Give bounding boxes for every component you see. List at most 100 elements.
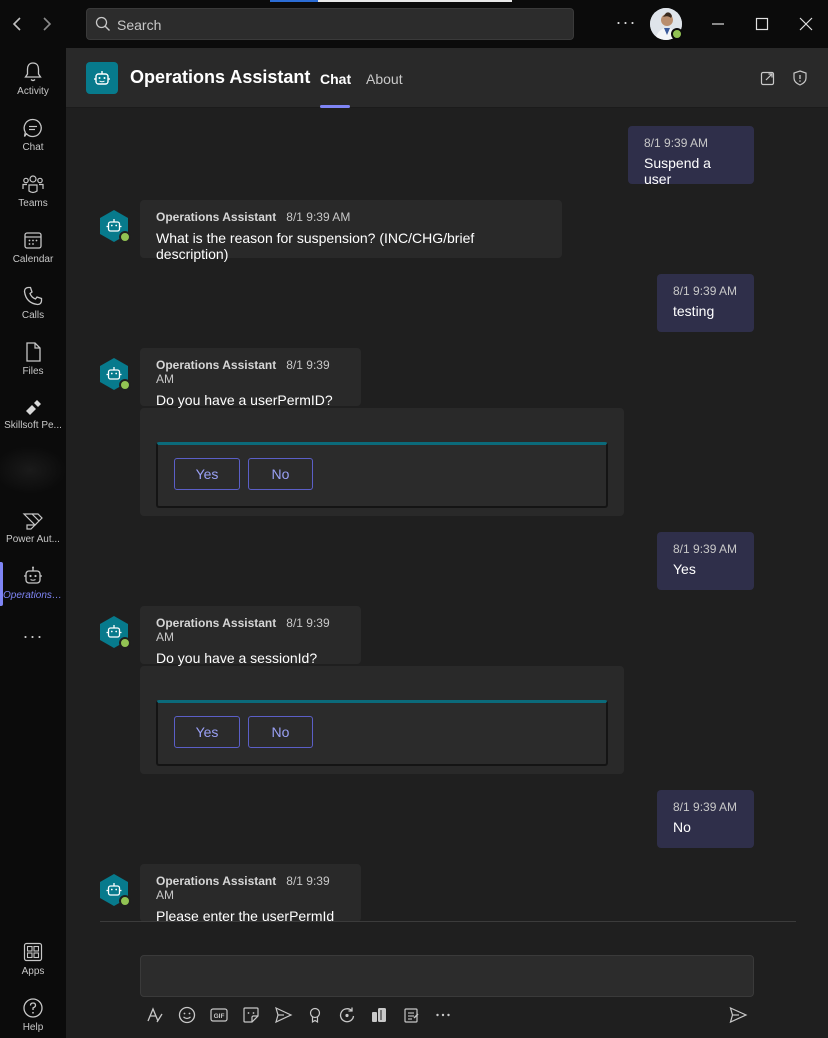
compose-divider <box>100 921 796 922</box>
sent-message: 8/1 9:39 AM Yes <box>657 532 754 590</box>
message-text: Do you have a sessionId? <box>156 650 318 666</box>
bell-icon <box>24 62 42 82</box>
rail-label: Activity <box>17 86 49 97</box>
tab-about[interactable]: About <box>366 71 403 87</box>
schedule-send-icon[interactable] <box>273 1005 293 1025</box>
yes-button[interactable]: Yes <box>174 716 240 748</box>
rail-item-apps[interactable]: Apps <box>0 932 66 988</box>
presence-available-icon <box>119 379 131 391</box>
rail-label: Apps <box>21 966 45 977</box>
compose-box[interactable] <box>140 955 754 997</box>
rail-label: Operations ... <box>3 590 64 601</box>
pop-out-icon[interactable] <box>759 69 777 87</box>
message-text: What is the reason for suspension? (INC/… <box>156 230 475 262</box>
message-list[interactable]: 8/1 9:39 AM Suspend a user Operations As… <box>66 108 828 922</box>
chat-bubble-icon <box>23 118 42 138</box>
message-text: Please enter the userPermId <box>156 908 335 922</box>
tab-chat[interactable]: Chat <box>320 71 351 87</box>
rail-item-files[interactable]: Files <box>0 332 66 388</box>
message-timestamp: 8/1 9:39 AM <box>673 542 738 556</box>
maximize-icon[interactable] <box>750 12 774 36</box>
message-timestamp: 8/1 9:39 AM <box>673 284 738 298</box>
rail-item-skillsoft[interactable]: Skillsoft Pe... <box>0 388 66 444</box>
praise-icon[interactable] <box>305 1005 325 1025</box>
skillsoft-icon <box>26 400 41 415</box>
rail-item-teams[interactable]: Teams <box>0 164 66 220</box>
adaptive-card-body: Yes No <box>156 442 608 508</box>
search-box[interactable]: Search <box>86 8 574 40</box>
calendar-icon <box>24 232 42 249</box>
apps-grid-icon <box>23 942 43 962</box>
gif-icon[interactable]: GIF <box>209 1005 229 1025</box>
adaptive-card: Yes No <box>140 666 624 774</box>
presence-available-icon <box>119 895 131 907</box>
sticker-icon[interactable] <box>241 1005 261 1025</box>
received-message: Operations Assistant 8/1 9:39 AM Do you h… <box>140 348 361 408</box>
minimize-icon[interactable] <box>706 12 730 36</box>
more-apps-icon[interactable]: ··· <box>20 626 46 647</box>
message-timestamp: 8/1 9:39 AM <box>286 210 351 224</box>
back-arrow-icon[interactable] <box>6 12 30 36</box>
rail-item-operations[interactable]: Operations ... <box>0 556 66 612</box>
message-text: Yes <box>673 561 696 577</box>
app-header: Operations Assistant Chat About <box>66 48 828 108</box>
sender-name: Operations Assistant <box>156 874 277 888</box>
no-button[interactable]: No <box>248 458 313 490</box>
file-icon <box>26 342 41 362</box>
phone-icon <box>23 286 43 306</box>
loop-icon[interactable] <box>337 1005 357 1025</box>
rail-item-power-automate[interactable]: Power Aut... <box>0 500 66 556</box>
rail-label: Files <box>22 366 44 377</box>
close-window-icon[interactable] <box>794 12 818 36</box>
loading-bar <box>270 0 512 2</box>
received-message: Operations Assistant 8/1 9:39 AM Do you h… <box>140 606 361 666</box>
received-message: Operations Assistant 8/1 9:39 AM Please e… <box>140 864 361 922</box>
message-text: No <box>673 819 691 835</box>
search-icon <box>95 16 110 31</box>
send-icon[interactable] <box>728 1005 748 1025</box>
app-title: Operations Assistant <box>130 67 311 87</box>
rail-item-activity[interactable]: Activity <box>0 52 66 108</box>
rail-label: Chat <box>22 142 44 153</box>
search-placeholder: Search <box>117 17 162 33</box>
message-text: Suspend a user <box>644 155 711 187</box>
title-bar: Search ··· <box>0 0 828 48</box>
power-automate-icon <box>22 513 43 530</box>
rail-label: Help <box>22 1022 44 1033</box>
help-icon <box>23 998 43 1018</box>
rail-label: Power Aut... <box>6 534 60 545</box>
bot-icon <box>24 566 42 584</box>
rail-item-calls[interactable]: Calls <box>0 276 66 332</box>
forms-icon[interactable] <box>401 1005 421 1025</box>
message-text: testing <box>673 303 715 319</box>
sent-message: 8/1 9:39 AM No <box>657 790 754 848</box>
rail-label: Skillsoft Pe... <box>4 420 62 431</box>
more-compose-options-icon[interactable] <box>433 1005 453 1025</box>
forward-arrow-icon[interactable] <box>34 12 58 36</box>
teams-people-icon <box>22 175 44 194</box>
approvals-icon[interactable] <box>369 1005 389 1025</box>
yes-button[interactable]: Yes <box>174 458 240 490</box>
rail-background-shadow <box>0 446 66 494</box>
rail-item-calendar[interactable]: Calendar <box>0 220 66 276</box>
message-text: Do you have a userPermID? <box>156 392 333 408</box>
emoji-icon[interactable] <box>177 1005 197 1025</box>
format-icon[interactable] <box>145 1005 165 1025</box>
more-options-icon[interactable]: ··· <box>614 12 638 36</box>
rail-item-help[interactable]: Help <box>0 988 66 1038</box>
message-timestamp: 8/1 9:39 AM <box>644 136 709 150</box>
received-message: Operations Assistant 8/1 9:39 AM What is … <box>140 200 562 262</box>
message-timestamp: 8/1 9:39 AM <box>673 800 738 814</box>
operations-assistant-logo-icon <box>86 62 118 94</box>
sender-name: Operations Assistant <box>156 616 277 630</box>
shield-icon[interactable] <box>791 69 809 87</box>
no-button[interactable]: No <box>248 716 313 748</box>
sender-name: Operations Assistant <box>156 358 277 372</box>
rail-label: Teams <box>18 198 48 209</box>
rail-item-chat[interactable]: Chat <box>0 108 66 164</box>
adaptive-card: Yes No <box>140 408 624 516</box>
adaptive-card-body: Yes No <box>156 700 608 766</box>
presence-available-icon <box>119 231 131 243</box>
svg-text:GIF: GIF <box>214 1013 225 1020</box>
sent-message: 8/1 9:39 AM testing <box>657 274 754 332</box>
